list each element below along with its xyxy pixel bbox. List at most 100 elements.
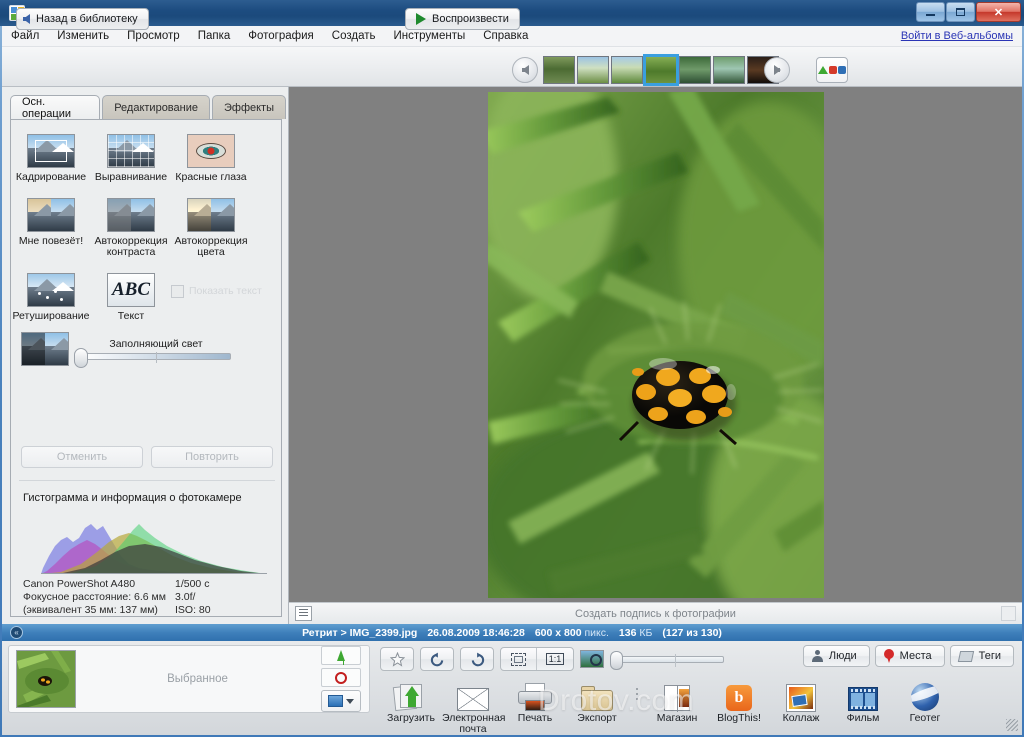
ladybug-photo-svg: [487, 91, 824, 598]
tool-grid: Кадрирование Выравнивание Красные глаза: [11, 120, 281, 368]
upload-button[interactable]: Загрузить: [380, 677, 442, 724]
camera-aperture: 3.0f/: [175, 591, 196, 603]
tool-auto-color[interactable]: Автокоррекция цвета: [171, 194, 251, 259]
undo-button[interactable]: Отменить: [21, 446, 143, 468]
clear-selection-button[interactable]: [321, 668, 361, 687]
web-albums-link[interactable]: Войти в Веб-альбомы: [901, 30, 1013, 42]
redeye-icon: [187, 134, 235, 168]
close-button[interactable]: ✕: [976, 2, 1021, 22]
menu-help[interactable]: Справка: [474, 28, 537, 44]
zoom-slider-knob[interactable]: [610, 650, 623, 670]
window-controls: ✕: [916, 2, 1021, 22]
tags-button[interactable]: Теги: [949, 645, 1014, 667]
movie-button[interactable]: Фильм: [832, 677, 894, 724]
map-pin-icon: [883, 649, 894, 663]
redo-button[interactable]: Повторить: [151, 446, 273, 468]
fill-light-slider[interactable]: [74, 348, 231, 368]
status-bar-content: Ретрит > IMG_2399.jpg 26.08.2009 18:46:2…: [2, 627, 1022, 639]
menu-create[interactable]: Создать: [323, 28, 385, 44]
back-to-library-button[interactable]: Назад в библиотеку: [16, 8, 149, 30]
filmstrip-thumb-selected[interactable]: [643, 54, 679, 86]
zoom-slider[interactable]: [610, 650, 724, 670]
geotag-button[interactable]: Геотег: [894, 677, 956, 724]
arrow-left-icon: [23, 14, 30, 24]
star-button[interactable]: [380, 647, 414, 671]
histogram-title: Гистограмма и информация о фотокамере: [23, 492, 242, 504]
action-label: Коллаж: [782, 712, 820, 724]
minimize-button[interactable]: [916, 2, 945, 22]
tool-row-1: Кадрирование Выравнивание Красные глаза: [11, 130, 281, 184]
photo-tray[interactable]: Выбранное: [8, 645, 370, 713]
filmstrip-thumb[interactable]: [611, 56, 643, 84]
next-photo-button[interactable]: [764, 57, 790, 83]
caption-lines-icon[interactable]: [295, 606, 312, 621]
slider-knob[interactable]: [74, 348, 88, 368]
menu-view[interactable]: Просмотр: [118, 28, 189, 44]
straighten-icon: [107, 134, 155, 168]
blogger-icon: b: [726, 685, 752, 711]
tab-effects[interactable]: Эффекты: [211, 95, 286, 119]
tool-im-feeling-lucky[interactable]: Мне повезёт!: [11, 194, 91, 259]
add-to-album-button[interactable]: [321, 690, 361, 712]
fill-light-icon: [21, 332, 69, 366]
places-button[interactable]: Места: [874, 645, 945, 667]
status-bar: « Ретрит > IMG_2399.jpg 26.08.2009 18:46…: [2, 624, 1022, 641]
menu-folder[interactable]: Папка: [189, 28, 240, 44]
window-resize-grip[interactable]: [1006, 719, 1018, 731]
auto-contrast-icon: [107, 197, 155, 232]
rotate-right-button[interactable]: [460, 647, 494, 671]
tool-straighten[interactable]: Выравнивание: [91, 130, 171, 184]
caption-corner-icon[interactable]: [1001, 606, 1016, 621]
tool-label: Мне повезёт!: [18, 234, 84, 247]
show-text-checkbox[interactable]: Показать текст: [171, 273, 271, 298]
filmstrip-thumb[interactable]: [713, 56, 745, 84]
actual-size-button[interactable]: 1:1: [537, 648, 573, 670]
menu-tools[interactable]: Инструменты: [385, 28, 475, 44]
blogthis-button[interactable]: b BlogThis!: [708, 677, 770, 724]
tool-retouch[interactable]: Ретуширование: [11, 269, 91, 323]
tab-tuning[interactable]: Редактирование: [102, 95, 210, 119]
show-text-checkbox-wrap: Показать текст: [171, 269, 271, 298]
email-button[interactable]: Электронная почта: [442, 677, 506, 735]
tab-basic-fixes[interactable]: Осн. операции: [10, 95, 101, 120]
prev-photo-button[interactable]: [512, 57, 538, 83]
menu-file[interactable]: Файл: [2, 28, 48, 44]
menu-photo[interactable]: Фотография: [239, 28, 323, 44]
action-label: Геотег: [909, 712, 941, 724]
tool-text[interactable]: ABC Текст: [91, 269, 171, 323]
shop-button[interactable]: Магазин: [646, 677, 708, 724]
filmstrip-thumb[interactable]: [543, 56, 575, 84]
export-button[interactable]: Экспорт: [566, 677, 628, 724]
tool-auto-contrast[interactable]: Автокоррекция контраста: [91, 194, 171, 259]
add-to-album-icon: [328, 695, 343, 707]
zoom-photo-icon[interactable]: [580, 650, 604, 668]
more-dots-icon[interactable]: [632, 677, 642, 711]
fill-light-slider-wrap: Заполняющий свет: [74, 338, 231, 368]
tool-crop[interactable]: Кадрирование: [11, 130, 91, 184]
action-label: Печать: [517, 712, 553, 724]
print-button[interactable]: Печать: [504, 677, 566, 724]
rotate-left-button[interactable]: [420, 647, 454, 671]
tool-redeye[interactable]: Красные глаза: [171, 130, 251, 184]
upload-icon: [392, 683, 428, 712]
histogram-svg: [41, 524, 267, 574]
menu-edit[interactable]: Изменить: [48, 28, 118, 44]
play-slideshow-button[interactable]: Воспроизвести: [405, 8, 520, 30]
picture-tray-icon-3: [838, 66, 846, 74]
picture-tray-button[interactable]: [816, 57, 848, 83]
caption-bar[interactable]: Создать подпись к фотографии: [289, 602, 1022, 624]
tool-label: Текст: [117, 309, 145, 322]
filmstrip-thumb[interactable]: [577, 56, 609, 84]
zoom-mode-group: 1:1: [500, 647, 574, 671]
photo-image[interactable]: [487, 91, 824, 598]
basic-fixes-panel: Кадрирование Выравнивание Красные глаза: [10, 119, 282, 617]
ladybug-thumb[interactable]: [16, 650, 76, 708]
collage-button[interactable]: Коллаж: [770, 677, 832, 724]
pin-button[interactable]: [321, 646, 361, 665]
fill-light-row: Заполняющий свет: [11, 322, 281, 368]
maximize-button[interactable]: [946, 2, 975, 22]
fit-to-window-button[interactable]: [501, 648, 537, 670]
filmstrip-thumb[interactable]: [679, 56, 711, 84]
photo-viewer[interactable]: [289, 87, 1022, 602]
people-button[interactable]: Люди: [802, 645, 870, 667]
